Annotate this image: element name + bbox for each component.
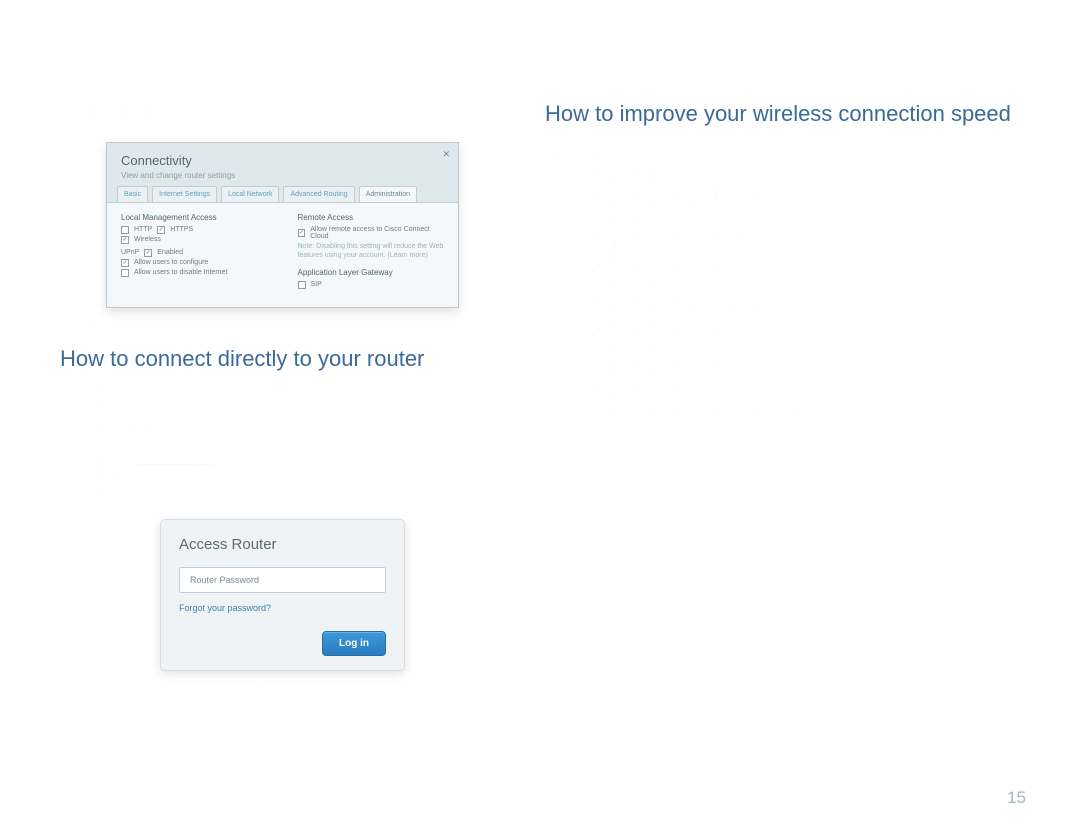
checkbox-sip: [298, 281, 306, 289]
access-router-dialog: Access Router Router Password Forgot you…: [160, 519, 405, 671]
checkbox-upnp-config: ✓: [121, 259, 129, 267]
remote-access-header: Remote Access: [298, 213, 445, 222]
checkbox-upnp: ✓: [144, 249, 152, 257]
router-password-input[interactable]: Router Password: [179, 567, 386, 593]
wireless-label: Wireless: [134, 236, 161, 243]
tab-basic: Basic: [117, 186, 148, 202]
remote-note: Note: Disabling this setting will reduce…: [298, 242, 445, 260]
http-label: HTTP: [134, 226, 152, 233]
access-router-title: Access Router: [179, 536, 386, 553]
decorative-glyph-rows-mid: › › › ›› í ———————›—— ›› ›: [60, 382, 505, 497]
upnp-label: UPnP: [121, 249, 139, 256]
forgot-password-link[interactable]: Forgot your password?: [179, 603, 386, 613]
checkbox-wireless: ✓: [121, 236, 129, 244]
decorative-glyph-rows-top: › › › › › ›: [60, 100, 505, 126]
decorative-glyph-rows-right: ›› › • › • ›› › › • › › § › › › › ›› • ›…: [545, 138, 1020, 420]
connectivity-screenshot: ✕ Connectivity View and change router se…: [106, 142, 459, 308]
connectivity-tabs: Basic Internet Settings Local Network Ad…: [107, 186, 458, 203]
close-icon: ✕: [442, 149, 450, 160]
upnp-opt2: Allow users to disable Internet: [134, 269, 227, 276]
page-number: 15: [1007, 788, 1026, 808]
connectivity-title: Connectivity: [121, 153, 444, 168]
heading-connect-directly: How to connect directly to your router: [60, 345, 505, 373]
heading-improve-wireless: How to improve your wireless connection …: [545, 100, 1020, 128]
remote-label: Allow remote access to Cisco Connect Clo…: [310, 226, 444, 240]
tab-advanced-routing: Advanced Routing: [283, 186, 354, 202]
upnp-opt1: Allow users to configure: [134, 259, 208, 266]
tab-internet-settings: Internet Settings: [152, 186, 217, 202]
connectivity-subtitle: View and change router settings: [121, 171, 444, 180]
checkbox-https: ✓: [157, 226, 165, 234]
upnp-value: Enabled: [157, 249, 183, 256]
checkbox-remote: ✓: [298, 229, 306, 237]
login-button[interactable]: Log in: [322, 631, 386, 656]
decorative-glyph-row-single: ›: [60, 318, 505, 331]
tab-local-network: Local Network: [221, 186, 279, 202]
checkbox-upnp-disable: [121, 269, 129, 277]
alg-header: Application Layer Gateway: [298, 268, 445, 277]
local-management-header: Local Management Access: [121, 213, 268, 222]
sip-label: SIP: [311, 281, 322, 288]
https-label: HTTPS: [170, 226, 193, 233]
checkbox-http: [121, 226, 129, 234]
decorative-glyph-row-post: ›: [60, 681, 505, 694]
tab-administration: Administration: [359, 186, 417, 202]
